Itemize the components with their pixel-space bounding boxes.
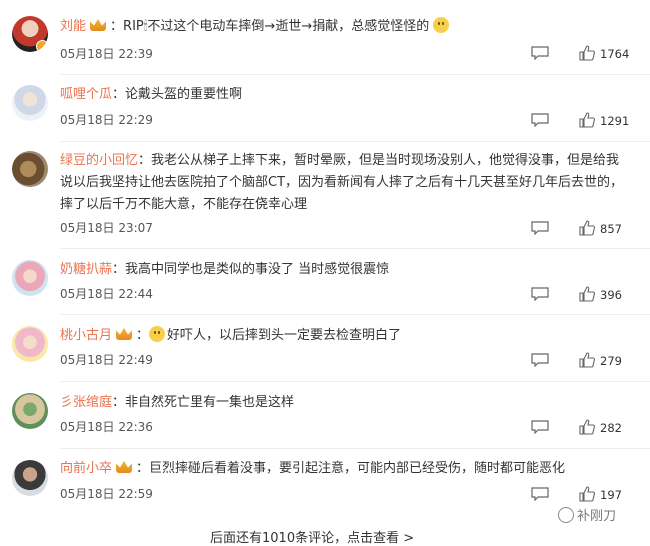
like-count: 1291 xyxy=(600,114,630,128)
comment-date: 05月18日 23:07 xyxy=(60,221,153,235)
like-count: 197 xyxy=(600,488,622,502)
avatar[interactable] xyxy=(12,260,48,296)
avatar[interactable] xyxy=(12,326,48,362)
like-count: 279 xyxy=(600,354,622,368)
watermark: 补刚刀 xyxy=(558,505,616,524)
username[interactable]: 刘能 xyxy=(60,19,86,34)
divider xyxy=(60,448,650,449)
comment-date: 05月18日 22:44 xyxy=(60,287,153,301)
divider xyxy=(60,381,650,382)
comment-date: 05月18日 22:36 xyxy=(60,420,153,434)
like-icon[interactable] xyxy=(579,45,595,61)
like-count: 1764 xyxy=(600,47,630,61)
like-count: 396 xyxy=(600,288,622,302)
comment-date: 05月18日 22:29 xyxy=(60,113,153,127)
comment-date: 05月18日 22:49 xyxy=(60,353,153,367)
crown-icon xyxy=(116,328,133,340)
divider xyxy=(60,141,650,142)
view-more-link[interactable]: 后面还有1010条评论，点击查看 > xyxy=(210,527,414,546)
avatar[interactable] xyxy=(12,151,48,187)
crown-icon xyxy=(116,461,133,473)
reply-icon[interactable] xyxy=(531,487,549,501)
comment-text: RIP🕯不过这个电动车摔倒→逝世→捐献，总感觉怪怪的 xyxy=(123,19,430,34)
divider xyxy=(60,248,650,249)
username[interactable]: 向前小卒 xyxy=(60,461,112,476)
username[interactable]: 奶糖扒蒜 xyxy=(60,262,112,277)
reply-icon[interactable] xyxy=(531,113,549,127)
divider xyxy=(60,314,650,315)
comment-text: 巨烈摔碰后看着没事，要引起注意，可能内部已经受伤，随时都可能恶化 xyxy=(149,461,566,476)
smile-emoji-icon xyxy=(149,326,166,342)
verified-badge xyxy=(36,40,48,52)
username[interactable]: 彡张绾庭 xyxy=(60,395,112,410)
reply-icon[interactable] xyxy=(531,287,549,301)
avatar[interactable] xyxy=(12,16,48,52)
like-icon[interactable] xyxy=(579,112,595,128)
username[interactable]: 呱哩个瓜 xyxy=(60,87,112,102)
username[interactable]: 桃小古月 xyxy=(60,328,112,343)
avatar[interactable] xyxy=(12,393,48,429)
comment-text: 好吓人，以后摔到头一定要去检查明白了 xyxy=(167,328,402,343)
divider xyxy=(60,74,650,75)
reply-icon[interactable] xyxy=(531,420,549,434)
reply-icon[interactable] xyxy=(531,46,549,60)
like-icon[interactable] xyxy=(579,486,595,502)
watermark-logo-icon xyxy=(558,507,574,523)
avatar[interactable] xyxy=(12,460,48,496)
comment-date: 05月18日 22:59 xyxy=(60,487,153,501)
like-icon[interactable] xyxy=(579,220,595,236)
comment-date: 05月18日 22:39 xyxy=(60,47,153,61)
like-icon[interactable] xyxy=(579,286,595,302)
comment-text: 我高中同学也是类似的事没了 当时感觉很震惊 xyxy=(125,262,390,277)
like-count: 282 xyxy=(600,421,622,435)
like-count: 857 xyxy=(600,222,622,236)
username[interactable]: 绿豆的小回忆 xyxy=(60,153,138,168)
comment-text: 论戴头盔的重要性啊 xyxy=(125,87,243,102)
like-icon[interactable] xyxy=(579,419,595,435)
avatar[interactable] xyxy=(12,85,48,121)
like-icon[interactable] xyxy=(579,352,595,368)
comment-text: 非自然死亡里有一集也是这样 xyxy=(125,395,295,410)
reply-icon[interactable] xyxy=(531,353,549,367)
crown-icon xyxy=(90,19,107,31)
reply-icon[interactable] xyxy=(531,221,549,235)
smile-emoji-icon xyxy=(433,17,450,33)
